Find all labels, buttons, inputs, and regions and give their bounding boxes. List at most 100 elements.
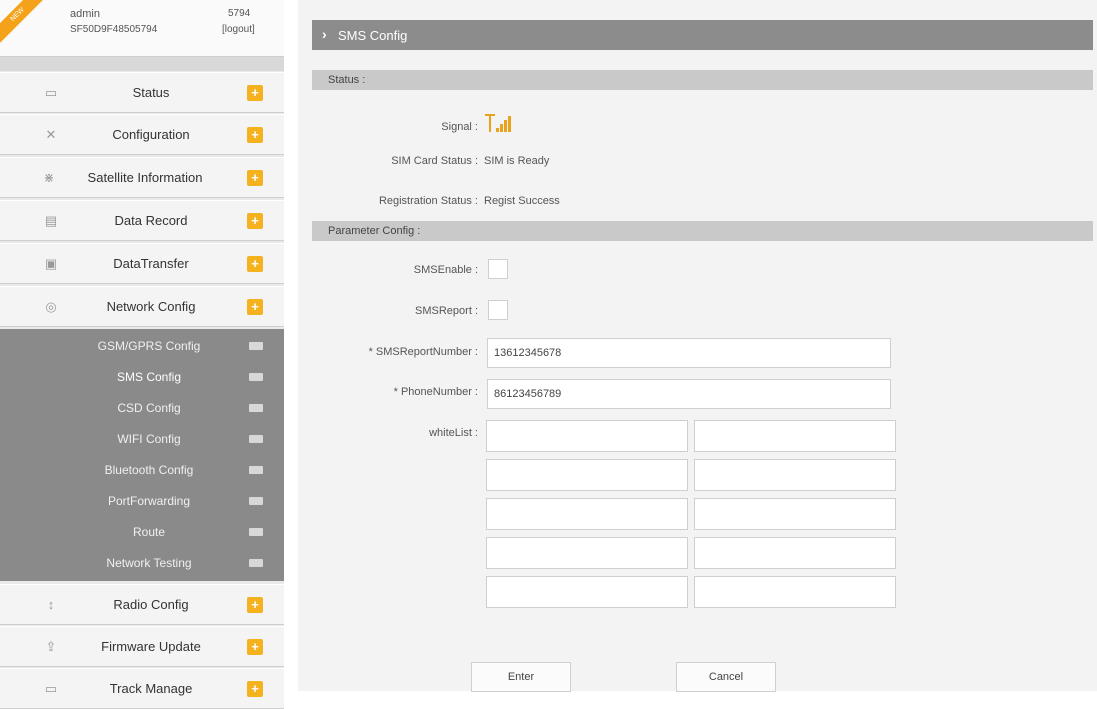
parameter-section-header: Parameter Config : xyxy=(312,221,1093,241)
submenu-item-label: Route xyxy=(132,525,166,539)
whitelist-input[interactable] xyxy=(694,459,896,491)
sidebar-item-label: Data Record xyxy=(114,213,188,228)
collapse-minus-icon xyxy=(249,559,263,567)
sidebar-item-label: Configuration xyxy=(112,127,190,142)
whitelist-label: whiteList : xyxy=(429,427,478,439)
enter-button[interactable]: Enter xyxy=(471,662,571,692)
network-icon: ◎ xyxy=(45,299,57,314)
sidebar-item-label: Track Manage xyxy=(109,681,193,696)
sms-enable-checkbox[interactable] xyxy=(488,259,508,279)
submenu-item-label: SMS Config xyxy=(116,370,182,384)
sms-report-label: SMSReport : xyxy=(415,305,478,317)
sidebar-divider xyxy=(0,57,284,71)
sms-report-checkbox[interactable] xyxy=(488,300,508,320)
sidebar-item-track-manage[interactable]: ▭ Track Manage + xyxy=(0,668,284,709)
submenu-item-label: Bluetooth Config xyxy=(104,463,194,477)
username: admin xyxy=(70,8,100,20)
whitelist-input[interactable] xyxy=(694,537,896,569)
sidebar-item-radio-config[interactable]: ↕ Radio Config + xyxy=(0,584,284,625)
expand-plus-icon[interactable]: + xyxy=(247,256,263,272)
cancel-button[interactable]: Cancel xyxy=(676,662,776,692)
expand-plus-icon[interactable]: + xyxy=(247,127,263,143)
main-content: › SMS Config Status : Signal : SIM Card … xyxy=(298,0,1097,692)
sidebar-item-satellite-information[interactable]: ⋇ Satellite Information + xyxy=(0,157,284,198)
sidebar-item-label: Firmware Update xyxy=(101,639,201,654)
sidebar-item-network-config[interactable]: ◎ Network Config + xyxy=(0,286,284,327)
sim-card-status-value: SIM is Ready xyxy=(484,155,550,167)
collapse-minus-icon xyxy=(249,466,263,474)
submenu-item-label: WIFI Config xyxy=(117,432,181,446)
section-title: Parameter Config : xyxy=(328,225,421,237)
sms-enable-label: SMSEnable : xyxy=(413,264,478,276)
submenu-item-wifi-config[interactable]: WIFI Config xyxy=(0,424,284,455)
submenu-item-csd-config[interactable]: CSD Config xyxy=(0,393,284,424)
whitelist-input[interactable] xyxy=(486,498,688,530)
page-title: SMS Config xyxy=(338,28,408,43)
whitelist-input[interactable] xyxy=(486,576,688,608)
sidebar-item-label: Radio Config xyxy=(113,597,189,612)
sidebar-item-label: Satellite Information xyxy=(87,170,203,185)
signal-label: Signal : xyxy=(441,121,478,133)
sidebar-item-status[interactable]: ▭ Status + xyxy=(0,72,284,113)
new-ribbon-badge: NEW xyxy=(0,0,46,43)
phone-number-label: * PhoneNumber : xyxy=(393,386,478,398)
chevron-right-icon: › xyxy=(322,26,327,42)
submenu-item-label: PortForwarding xyxy=(107,494,191,508)
collapse-minus-icon xyxy=(249,435,263,443)
sidebar-item-label: Network Config xyxy=(106,299,196,314)
sidebar-item-data-record[interactable]: ▤ Data Record + xyxy=(0,200,284,241)
sms-report-number-label: * SMSReportNumber : xyxy=(368,346,478,358)
expand-plus-icon[interactable]: + xyxy=(247,681,263,697)
expand-plus-icon[interactable]: + xyxy=(247,299,263,315)
expand-plus-icon[interactable]: + xyxy=(247,597,263,613)
collapse-minus-icon xyxy=(249,497,263,505)
status-section-header: Status : xyxy=(312,70,1093,90)
collapse-minus-icon xyxy=(249,404,263,412)
page-title-bar: › SMS Config xyxy=(312,20,1093,50)
expand-plus-icon[interactable]: + xyxy=(247,213,263,229)
section-title: Status : xyxy=(328,74,366,86)
collapse-minus-icon xyxy=(249,342,263,350)
submenu-item-sms-config[interactable]: SMS Config xyxy=(0,362,284,393)
transfer-icon: ▣ xyxy=(44,256,58,271)
submenu-item-portforwarding[interactable]: PortForwarding xyxy=(0,486,284,517)
sidebar-item-firmware-update[interactable]: ⇪ Firmware Update + xyxy=(0,626,284,667)
user-info-panel: NEW admin SF50D9F48505794 5794 [logout] xyxy=(0,0,284,57)
expand-plus-icon[interactable]: + xyxy=(247,639,263,655)
collapse-minus-icon xyxy=(249,373,263,381)
logout-link[interactable]: [logout] xyxy=(222,24,255,35)
upload-icon: ⇪ xyxy=(45,639,57,654)
whitelist-input[interactable] xyxy=(694,498,896,530)
sidebar-item-label: DataTransfer xyxy=(113,256,189,271)
registration-status-value: Regist Success xyxy=(484,195,560,207)
submenu-item-label: CSD Config xyxy=(117,401,181,415)
record-icon: ▤ xyxy=(44,213,58,228)
sidebar-item-configuration[interactable]: ✕ Configuration + xyxy=(0,114,284,155)
network-config-submenu: GSM/GPRS Config SMS Config CSD Config WI… xyxy=(0,329,284,581)
sidebar: NEW admin SF50D9F48505794 5794 [logout] … xyxy=(0,0,284,709)
submenu-item-label: GSM/GPRS Config xyxy=(97,339,201,353)
whitelist-input[interactable] xyxy=(486,420,688,452)
whitelist-input[interactable] xyxy=(694,576,896,608)
antenna-icon: ↕ xyxy=(47,597,55,612)
whitelist-input[interactable] xyxy=(694,420,896,452)
submenu-item-route[interactable]: Route xyxy=(0,517,284,548)
sidebar-item-label: Status xyxy=(132,85,170,100)
expand-plus-icon[interactable]: + xyxy=(247,170,263,186)
whitelist-input[interactable] xyxy=(486,537,688,569)
phone-number-input[interactable] xyxy=(487,379,891,409)
track-icon: ▭ xyxy=(44,681,58,696)
sim-card-status-label: SIM Card Status : xyxy=(391,155,478,167)
whitelist-input[interactable] xyxy=(486,459,688,491)
wrench-icon: ✕ xyxy=(45,127,57,142)
sms-report-number-input[interactable] xyxy=(487,338,891,368)
sidebar-item-datatransfer[interactable]: ▣ DataTransfer + xyxy=(0,243,284,284)
registration-status-label: Registration Status : xyxy=(378,195,478,207)
submenu-item-bluetooth-config[interactable]: Bluetooth Config xyxy=(0,455,284,486)
submenu-item-gsm-gprs-config[interactable]: GSM/GPRS Config xyxy=(0,331,284,362)
device-serial: SF50D9F48505794 xyxy=(70,24,158,35)
device-number: 5794 xyxy=(228,8,251,19)
collapse-minus-icon xyxy=(249,528,263,536)
submenu-item-network-testing[interactable]: Network Testing xyxy=(0,548,284,579)
expand-plus-icon[interactable]: + xyxy=(247,85,263,101)
